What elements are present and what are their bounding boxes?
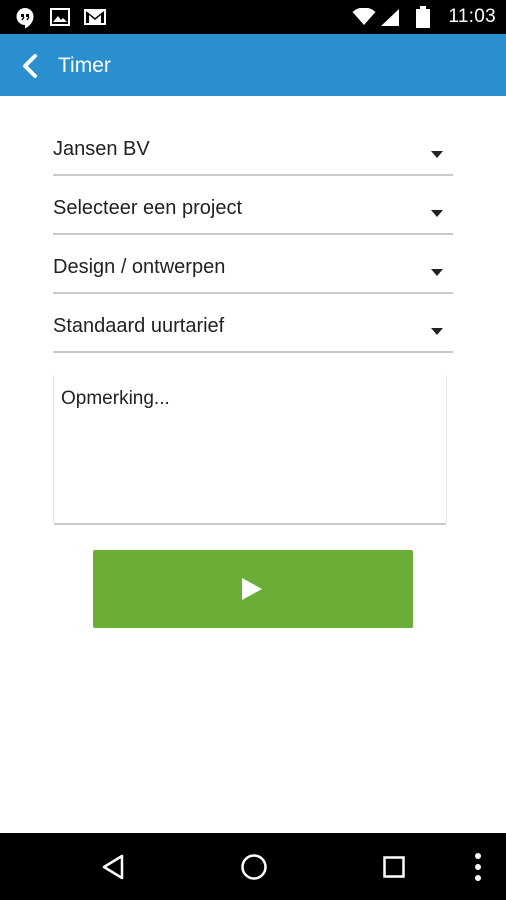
caret-down-icon <box>431 269 443 276</box>
activity-select[interactable]: Design / ontwerpen <box>53 256 453 294</box>
rate-select-value: Standaard uurtarief <box>53 315 225 337</box>
recents-square-icon[interactable] <box>383 856 405 878</box>
home-circle-icon[interactable] <box>240 853 268 881</box>
gmail-icon <box>84 9 106 25</box>
rate-select[interactable]: Standaard uurtarief <box>53 315 453 353</box>
start-timer-button[interactable] <box>93 550 413 628</box>
signal-icon <box>381 9 399 26</box>
client-select[interactable]: Jansen BV <box>53 138 453 176</box>
wifi-icon <box>352 8 376 25</box>
status-bar: 11:03 <box>0 0 506 34</box>
system-nav-bar <box>0 833 506 900</box>
caret-down-icon <box>431 151 443 158</box>
caret-down-icon <box>431 328 443 335</box>
app-bar: Timer <box>0 34 506 96</box>
hangouts-icon <box>16 8 34 29</box>
page-title: Timer <box>58 54 111 77</box>
project-select[interactable]: Selecteer een project <box>53 197 453 235</box>
client-select-value: Jansen BV <box>53 138 150 160</box>
remark-placeholder: Opmerking... <box>61 388 170 409</box>
remark-field[interactable]: Opmerking... <box>53 375 447 525</box>
caret-down-icon <box>431 210 443 217</box>
activity-select-value: Design / ontwerpen <box>53 256 226 278</box>
battery-icon <box>416 6 430 28</box>
status-time: 11:03 <box>448 6 496 27</box>
back-triangle-icon[interactable] <box>101 854 125 880</box>
chevron-left-icon[interactable] <box>18 53 44 79</box>
image-icon <box>50 8 70 26</box>
overflow-menu-icon[interactable] <box>474 852 482 882</box>
play-icon <box>242 578 262 600</box>
project-select-value: Selecteer een project <box>53 197 243 219</box>
